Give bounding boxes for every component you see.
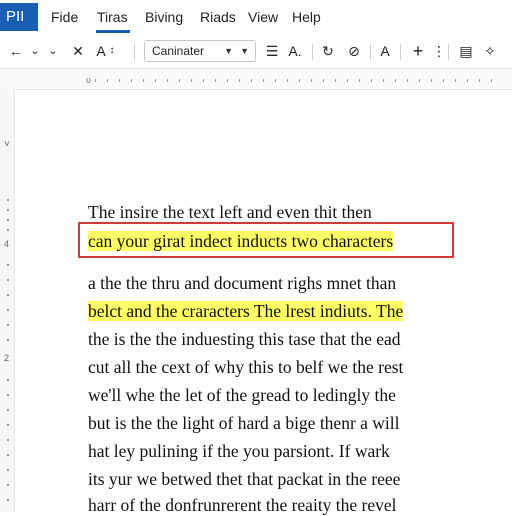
vruler-mark: 2 bbox=[4, 353, 10, 363]
text-line[interactable]: belct and the craracters The lrest indiu… bbox=[88, 301, 404, 322]
chevron-down-icon: ▼ bbox=[224, 46, 233, 56]
vruler-tick bbox=[7, 469, 9, 471]
text-line[interactable]: harr of the donfrunrerent the reaity the… bbox=[88, 495, 397, 516]
menu-riads[interactable]: Riads bbox=[200, 9, 236, 25]
vruler-tick bbox=[7, 324, 9, 326]
text-line-content: harr of the donfrunrerent the reaity the… bbox=[88, 495, 397, 515]
selection-box[interactable] bbox=[78, 222, 454, 258]
text-color-icon[interactable]: A. bbox=[286, 41, 304, 61]
font-size-arrows-icon[interactable]: ↕ bbox=[107, 41, 117, 61]
vruler-tick bbox=[7, 409, 9, 411]
vruler-tick bbox=[7, 379, 9, 381]
vruler-tick bbox=[7, 499, 9, 501]
text-line-content: but is the the light of hard a bige then… bbox=[88, 413, 400, 433]
toolbar-divider bbox=[400, 44, 401, 60]
vruler-tick bbox=[7, 439, 9, 441]
toolbar-divider bbox=[134, 44, 135, 60]
horizontal-ruler[interactable]: ᴜ bbox=[0, 69, 512, 90]
highlighted-text: belct and the craracters The lrest indiu… bbox=[88, 301, 404, 321]
menu-file[interactable]: Fide bbox=[51, 9, 78, 25]
ruler-ticks bbox=[95, 79, 492, 82]
text-line-content: the is the the induesting this tase that… bbox=[88, 329, 401, 349]
vruler-mark: 4 bbox=[4, 239, 10, 249]
text-style-icon[interactable]: A bbox=[378, 41, 392, 61]
text-line[interactable]: the is the the induesting this tase that… bbox=[88, 329, 401, 350]
close-icon[interactable]: ✕ bbox=[70, 41, 86, 61]
vruler-tick bbox=[7, 309, 9, 311]
text-line[interactable]: but is the the light of hard a bige then… bbox=[88, 413, 400, 434]
align-icon[interactable]: ☰ bbox=[264, 41, 280, 61]
menu-view[interactable]: View bbox=[248, 9, 278, 25]
vruler-tick bbox=[7, 199, 9, 201]
text-line[interactable]: cut all the cext of why this to belf we … bbox=[88, 357, 403, 378]
vruler-tick bbox=[7, 394, 9, 396]
menu-tiras[interactable]: Tiras bbox=[97, 9, 128, 25]
text-line-content: The insire the text left and even thit t… bbox=[88, 202, 372, 222]
chevron-down-icon: ▼ bbox=[240, 46, 249, 56]
page-layout-icon[interactable]: ▤ bbox=[458, 41, 474, 61]
font-size-icon[interactable]: A bbox=[94, 41, 108, 61]
vruler-tick bbox=[7, 219, 9, 221]
text-line[interactable]: a the the thru and document righs mnet t… bbox=[88, 273, 396, 294]
vruler-tick bbox=[7, 294, 9, 296]
undo-dropdown-icon[interactable]: ⌄ bbox=[48, 41, 58, 61]
clear-format-icon[interactable]: ⊘ bbox=[346, 41, 362, 61]
vruler-tick bbox=[7, 264, 9, 266]
vruler-tick bbox=[7, 229, 9, 231]
text-line-content: we'll whe the let of the gread to leding… bbox=[88, 385, 396, 405]
chevron-down-icon[interactable]: ⌄ bbox=[30, 41, 40, 61]
text-line-content: hat ley pulining if the you parsiont. If… bbox=[88, 441, 390, 461]
menu-bar: PII Fide Tiras Biving Riads View Help bbox=[0, 0, 512, 34]
back-arrow-icon[interactable]: ← bbox=[8, 41, 24, 61]
app-logo: PII bbox=[0, 3, 38, 31]
menu-biving[interactable]: Biving bbox=[145, 9, 183, 25]
font-family-value: Caninater bbox=[152, 44, 205, 58]
toolbar-divider bbox=[370, 44, 371, 60]
text-line[interactable]: we'll whe the let of the gread to leding… bbox=[88, 385, 396, 406]
active-menu-indicator bbox=[96, 30, 130, 33]
font-family-select[interactable]: Caninater ▼ ▼ bbox=[144, 40, 256, 62]
redo-icon[interactable]: ↻ bbox=[320, 41, 336, 61]
text-line[interactable]: The insire the text left and even thit t… bbox=[88, 202, 372, 223]
text-line-content: a the the thru and document righs mnet t… bbox=[88, 273, 397, 293]
text-line[interactable]: hat ley pulining if the you parsiont. If… bbox=[88, 441, 390, 462]
vruler-tick bbox=[7, 339, 9, 341]
toolbar: ← ⌄ ⌄ ✕ A ↕ Caninater ▼ ▼ ☰ A. ↻ ⊘ A + ⋮… bbox=[0, 34, 512, 69]
text-line-content: cut all the cext of why this to belf we … bbox=[88, 357, 404, 377]
vruler-tick bbox=[7, 424, 9, 426]
chevron-down-icon[interactable]: ˅ bbox=[4, 139, 10, 150]
vruler-tick bbox=[7, 279, 9, 281]
menu-help[interactable]: Help bbox=[292, 9, 321, 25]
toolbar-divider bbox=[312, 44, 313, 60]
vruler-tick bbox=[7, 484, 9, 486]
ruler-start-mark: ᴜ bbox=[86, 75, 91, 85]
vruler-tick bbox=[7, 454, 9, 456]
add-icon[interactable]: + bbox=[410, 41, 426, 61]
toolbar-divider bbox=[448, 44, 449, 60]
more-icon[interactable]: ⋮ bbox=[432, 41, 446, 61]
settings-icon[interactable]: ✧ bbox=[482, 41, 498, 61]
text-line-content: its yur we betwed thet that packat in th… bbox=[88, 469, 401, 489]
vertical-ruler[interactable]: ˅ 4 2 bbox=[0, 89, 15, 512]
vruler-tick bbox=[7, 209, 9, 211]
text-line[interactable]: its yur we betwed thet that packat in th… bbox=[88, 469, 400, 490]
